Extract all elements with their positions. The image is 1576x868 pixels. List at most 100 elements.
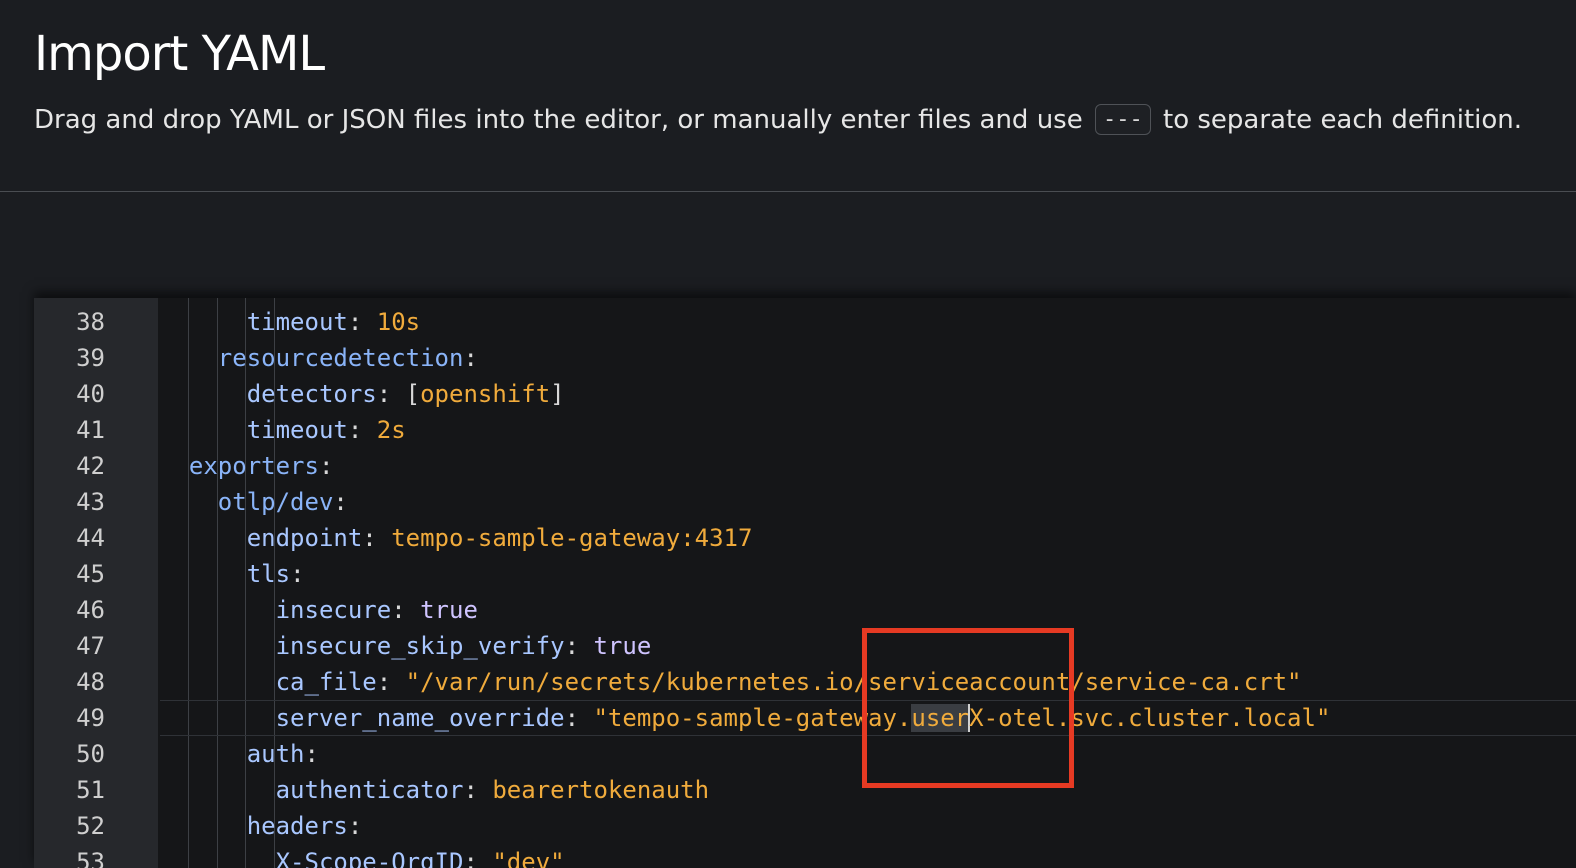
code-line[interactable]: 44 endpoint: tempo-sample-gateway:4317 <box>34 520 1576 556</box>
code-line[interactable]: 43 otlp/dev: <box>34 484 1576 520</box>
separator-code: --- <box>1095 104 1151 135</box>
yaml-value: tempo-sample-gateway:4317 <box>391 524 753 552</box>
code-line[interactable]: 51 authenticator: bearertokenauth <box>34 772 1576 808</box>
code-text: auth: <box>160 736 319 772</box>
code-text: resourcedetection: <box>160 340 478 376</box>
yaml-value: 10s <box>376 308 421 336</box>
yaml-separator: : <box>376 668 406 696</box>
code-text: server_name_override: "tempo-sample-gate… <box>160 700 1330 736</box>
code-text: X-Scope-OrgID: "dev" <box>160 844 565 868</box>
code-line[interactable]: 45 tls: <box>34 556 1576 592</box>
highlight-box <box>862 628 1074 788</box>
line-number: 47 <box>76 632 105 660</box>
yaml-editor[interactable]: 38 timeout: 10s 39 resourcedetection: 40 d… <box>34 298 1576 868</box>
line-number: 38 <box>76 308 105 336</box>
code-text: ca_file: "/var/run/secrets/kubernetes.io… <box>160 664 1302 700</box>
yaml-value: openshift <box>420 380 551 408</box>
code-line[interactable]: 52 headers: <box>34 808 1576 844</box>
code-line[interactable]: 40 detectors: [openshift] <box>34 376 1576 412</box>
code-line[interactable]: 41 timeout: 2s <box>34 412 1576 448</box>
line-number: 53 <box>76 848 105 868</box>
yaml-separator: : <box>347 812 363 840</box>
line-number: 51 <box>76 776 105 804</box>
code-line[interactable]: 53 X-Scope-OrgID: "dev" <box>34 844 1576 868</box>
yaml-separator: : <box>304 740 319 768</box>
page-description: Drag and drop YAML or JSON files into th… <box>34 104 1522 135</box>
yaml-separator: : <box>463 344 478 372</box>
yaml-separator: : <box>333 488 348 516</box>
yaml-key: timeout <box>246 416 348 444</box>
code-text: insecure: true <box>160 592 478 628</box>
code-text: authenticator: bearertokenauth <box>160 772 710 808</box>
line-number: 39 <box>76 344 105 372</box>
page-header: Import YAML Drag and drop YAML or JSON f… <box>0 0 1576 192</box>
code-line[interactable]: 50 auth: <box>34 736 1576 772</box>
yaml-key: tls <box>246 560 291 588</box>
yaml-separator: : <box>362 524 392 552</box>
yaml-key: detectors <box>246 380 377 408</box>
yaml-separator: : [ <box>376 380 421 408</box>
yaml-key: insecure <box>275 596 392 624</box>
page-title: Import YAML <box>34 26 325 82</box>
yaml-separator: : <box>564 632 594 660</box>
yaml-key: server_name_override <box>275 704 565 732</box>
yaml-key: exporters <box>188 452 319 480</box>
yaml-key: resourcedetection <box>217 344 464 372</box>
yaml-value: true <box>420 596 478 624</box>
code-line[interactable]: 38 timeout: 10s <box>34 304 1576 340</box>
line-number: 40 <box>76 380 105 408</box>
yaml-separator: : <box>347 416 377 444</box>
line-number: 48 <box>76 668 105 696</box>
yaml-key: headers <box>246 812 348 840</box>
yaml-key: insecure_skip_verify <box>275 632 565 660</box>
yaml-key: authenticator <box>275 776 464 804</box>
code-line[interactable]: 48 ca_file: "/var/run/secrets/kubernetes… <box>34 664 1576 700</box>
yaml-key: otlp/dev <box>217 488 334 516</box>
code-line[interactable]: 39 resourcedetection: <box>34 340 1576 376</box>
code-text: timeout: 2s <box>160 412 406 448</box>
code-line[interactable]: 47 insecure_skip_verify: true <box>34 628 1576 664</box>
yaml-value: 2s <box>376 416 406 444</box>
code-text: tls: <box>160 556 305 592</box>
description-text-after: to separate each definition. <box>1163 105 1523 135</box>
yaml-value: true <box>593 632 652 660</box>
yaml-key: timeout <box>246 308 348 336</box>
yaml-value: "dev" <box>492 848 565 868</box>
line-number: 41 <box>76 416 105 444</box>
yaml-separator: : <box>463 776 493 804</box>
yaml-separator: : <box>463 848 493 868</box>
yaml-separator: : <box>318 452 334 480</box>
yaml-value: "/var/run/secrets/kubernetes.io/servicea… <box>405 668 1302 696</box>
line-number: 50 <box>76 740 105 768</box>
yaml-bracket: ] <box>550 380 565 408</box>
code-text: timeout: 10s <box>160 304 420 340</box>
code-text: insecure_skip_verify: true <box>160 628 652 664</box>
line-number: 42 <box>76 452 105 480</box>
code-text: detectors: [openshift] <box>160 376 565 412</box>
code-text: exporters: <box>160 448 334 484</box>
yaml-value: bearertokenauth <box>492 776 710 804</box>
yaml-key: X-Scope-OrgID <box>275 848 464 868</box>
line-number: 49 <box>76 704 105 732</box>
code-line[interactable]: 42 exporters: <box>34 448 1576 484</box>
code-line[interactable]: 49 server_name_override: "tempo-sample-g… <box>34 700 1576 736</box>
yaml-separator: : <box>391 596 421 624</box>
line-number: 52 <box>76 812 105 840</box>
code-line[interactable]: 46 insecure: true <box>34 592 1576 628</box>
yaml-separator: : <box>347 308 377 336</box>
